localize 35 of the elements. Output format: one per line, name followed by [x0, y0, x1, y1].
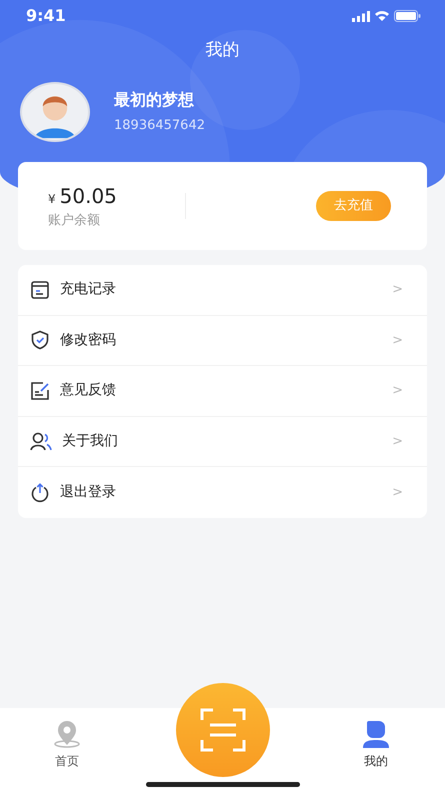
battery-icon: [394, 10, 421, 22]
signal-icon: [352, 10, 370, 22]
user-name: 最初的梦想: [114, 88, 195, 111]
users-icon: [30, 432, 52, 452]
menu-label: 关于我们: [62, 432, 118, 452]
shield-icon: [30, 330, 50, 350]
chevron: >: [392, 382, 403, 400]
balance-label: 账户余额: [48, 212, 101, 230]
menu-item[interactable]: 关于我们 >: [18, 416, 427, 468]
power-icon: [30, 482, 50, 503]
document-icon: [30, 280, 50, 300]
menu-label: 充电记录: [60, 280, 116, 300]
person-icon: [361, 720, 391, 748]
chevron: >: [392, 281, 403, 300]
balance-amount: 50.05: [60, 183, 117, 210]
chevron: >: [392, 484, 403, 502]
location-pin-icon: [52, 720, 82, 748]
menu-item[interactable]: 退出登录 >: [18, 467, 427, 518]
menu-item[interactable]: 充电记录 >: [18, 265, 427, 316]
status-time: 9:41: [26, 5, 66, 27]
tab[interactable]: 首页: [37, 720, 97, 770]
menu-label: 修改密码: [60, 330, 116, 350]
edit-icon: [30, 380, 50, 401]
menu-label: 意见反馈: [60, 381, 116, 400]
page-title: 我的: [204, 39, 240, 62]
menu-label: 退出登录: [60, 483, 116, 502]
phone-number: 18936457642: [114, 116, 205, 135]
currency-symbol: ¥: [48, 191, 56, 208]
scan-icon: [200, 708, 246, 752]
chevron: >: [392, 332, 403, 350]
chevron: >: [392, 432, 403, 451]
wifi-icon: [374, 10, 390, 22]
menu-item[interactable]: 修改密码 >: [18, 316, 427, 366]
menu-item[interactable]: 意见反馈 >: [18, 366, 427, 417]
tab[interactable]: 我的: [346, 720, 406, 770]
